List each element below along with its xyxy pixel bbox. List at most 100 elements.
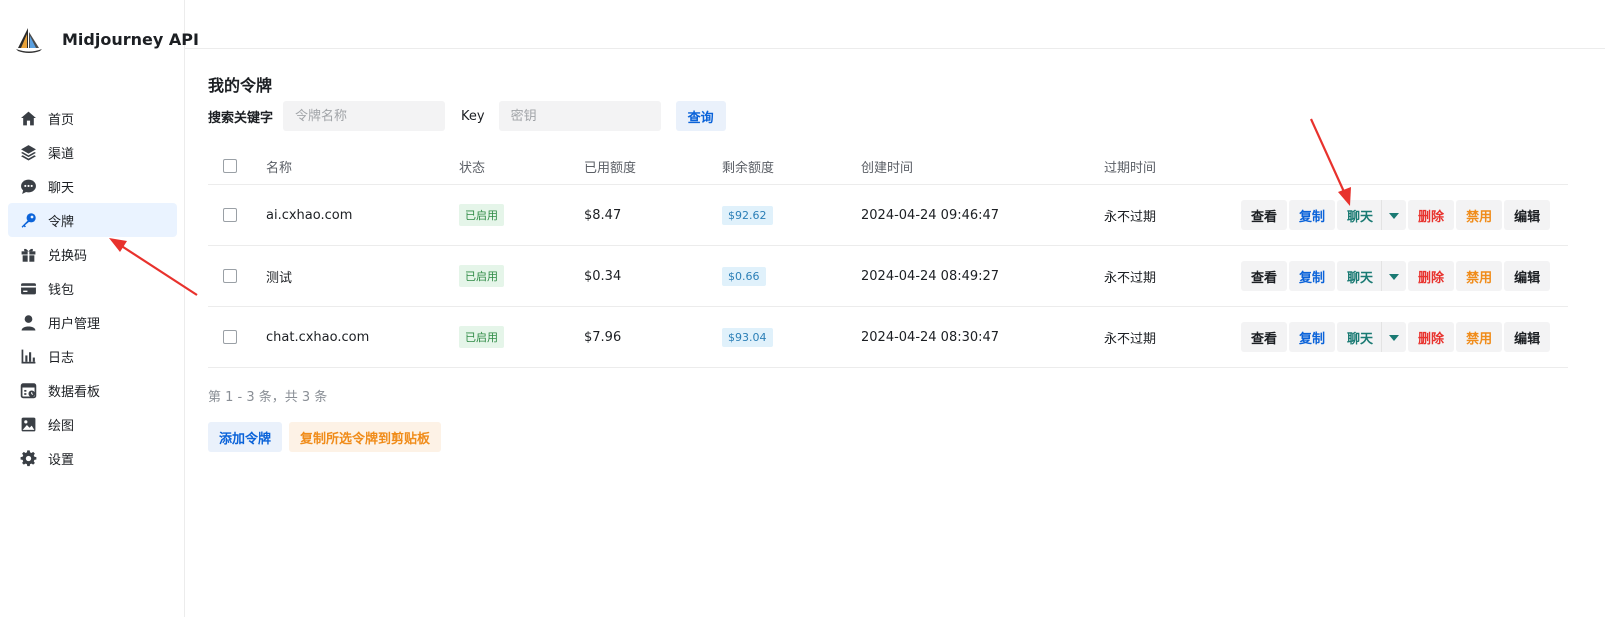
disable-button[interactable]: 禁用 [1456,322,1503,352]
sidebar-item-label: 聊天 [48,180,75,196]
sidebar-item-drawing[interactable]: 绘图 [8,407,177,441]
sidebar-item-logs[interactable]: 日志 [8,339,177,373]
remaining-quota-badge: $0.66 [722,266,766,286]
sidebar-item-label: 用户管理 [48,316,101,332]
remaining-quota-badge: $92.62 [722,205,773,225]
brand-name: Midjourney API [62,29,199,49]
wallet-icon [19,279,37,297]
pagination-info: 第 1 - 3 条，共 3 条 [208,390,328,405]
caret-down-icon [1389,212,1400,219]
header-status: 状态 [459,160,486,176]
view-button[interactable]: 查看 [1241,200,1288,230]
view-button[interactable]: 查看 [1241,261,1288,291]
used-quota: $8.47 [584,207,622,223]
tokens-table: 名称 状态 已用额度 剩余额度 创建时间 过期时间 ai.cxhao.com 已… [208,148,1568,368]
view-button[interactable]: 查看 [1241,322,1288,352]
bar-chart-icon [19,347,37,365]
search-bar: 搜索关键字 Key 查询 [208,101,726,131]
calendar-icon [19,381,37,399]
sidebar: Midjourney API 首页 渠道 聊天 令牌 兑换码 钱包 用户管理 日… [0,0,199,617]
copy-button[interactable]: 复制 [1289,261,1336,291]
created-time: 2024-04-24 09:46:47 [861,207,1000,223]
header-created: 创建时间 [861,160,914,176]
chat-button[interactable]: 聊天 [1337,261,1382,291]
sidebar-item-label: 设置 [48,452,75,468]
chat-dropdown-button[interactable] [1381,322,1407,352]
image-icon [19,415,37,433]
gift-icon [19,245,37,263]
layers-icon [19,143,37,161]
chat-button[interactable]: 聊天 [1337,200,1382,230]
edit-button[interactable]: 编辑 [1504,261,1551,291]
sidebar-menu: 首页 渠道 聊天 令牌 兑换码 钱包 用户管理 日志 数据看板 绘图 设置 [8,101,177,475]
chat-dropdown-button[interactable] [1381,261,1407,291]
gear-icon [19,449,37,467]
disable-button[interactable]: 禁用 [1456,200,1503,230]
sidebar-item-label: 日志 [48,350,75,366]
add-token-button[interactable]: 添加令牌 [208,422,283,452]
table-row: ai.cxhao.com 已启用 $8.47 $92.62 2024-04-24… [208,185,1568,246]
header-remaining: 剩余额度 [722,160,775,176]
copy-button[interactable]: 复制 [1289,322,1336,352]
sidebar-item-tokens[interactable]: 令牌 [8,203,177,237]
copy-button[interactable]: 复制 [1289,200,1336,230]
disable-button[interactable]: 禁用 [1456,261,1503,291]
chat-dropdown-button[interactable] [1381,200,1407,230]
sidebar-item-redeem[interactable]: 兑换码 [8,237,177,271]
table-header: 名称 状态 已用额度 剩余额度 创建时间 过期时间 [208,148,1568,185]
delete-button[interactable]: 删除 [1408,261,1455,291]
edit-button[interactable]: 编辑 [1504,200,1551,230]
caret-down-icon [1389,334,1400,341]
sidebar-item-label: 首页 [48,112,75,128]
token-name: ai.cxhao.com [266,207,353,223]
created-time: 2024-04-24 08:30:47 [861,329,1000,345]
sidebar-item-label: 令牌 [48,214,75,230]
status-badge: 已启用 [459,326,504,348]
used-quota: $0.34 [584,268,622,284]
key-input[interactable] [498,101,661,131]
token-name: 测试 [266,270,293,286]
select-all-checkbox[interactable] [223,159,237,173]
table-row: 测试 已启用 $0.34 $0.66 2024-04-24 08:49:27 永… [208,246,1568,307]
caret-down-icon [1389,273,1400,280]
query-button[interactable]: 查询 [675,101,726,131]
sidebar-item-users[interactable]: 用户管理 [8,305,177,339]
expire-time: 永不过期 [1104,209,1157,225]
brand[interactable]: Midjourney API [14,24,199,54]
status-badge: 已启用 [459,204,504,226]
used-quota: $7.96 [584,329,622,345]
created-time: 2024-04-24 08:49:27 [861,268,1000,284]
sidebar-item-label: 渠道 [48,146,75,162]
row-actions: 查看 复制 聊天 删除 禁用 编辑 [1241,261,1552,291]
sidebar-item-label: 绘图 [48,418,75,434]
status-badge: 已启用 [459,265,504,287]
table-row: chat.cxhao.com 已启用 $7.96 $93.04 2024-04-… [208,307,1568,368]
home-icon [19,109,37,127]
row-checkbox[interactable] [223,208,237,222]
sidebar-item-dashboard[interactable]: 数据看板 [8,373,177,407]
sidebar-item-chat[interactable]: 聊天 [8,169,177,203]
header-used: 已用额度 [584,160,637,176]
sailboat-logo-icon [16,28,42,53]
sidebar-item-channels[interactable]: 渠道 [8,135,177,169]
sidebar-item-label: 钱包 [48,282,75,298]
edit-button[interactable]: 编辑 [1504,322,1551,352]
sidebar-item-settings[interactable]: 设置 [8,441,177,475]
expire-time: 永不过期 [1104,331,1157,347]
user-icon [19,313,37,331]
expire-time: 永不过期 [1104,270,1157,286]
sidebar-item-wallet[interactable]: 钱包 [8,271,177,305]
delete-button[interactable]: 删除 [1408,322,1455,352]
keyword-label: 搜索关键字 [208,110,274,126]
chat-button[interactable]: 聊天 [1337,322,1382,352]
header-name: 名称 [266,160,293,176]
sidebar-item-home[interactable]: 首页 [8,101,177,135]
delete-button[interactable]: 删除 [1408,200,1455,230]
top-bar [185,0,1605,49]
row-checkbox[interactable] [223,269,237,283]
copy-selected-button[interactable]: 复制所选令牌到剪贴板 [289,422,442,452]
row-checkbox[interactable] [223,330,237,344]
token-name-input[interactable] [283,101,446,131]
row-actions: 查看 复制 聊天 删除 禁用 编辑 [1241,200,1552,230]
sidebar-item-label: 数据看板 [48,384,101,400]
